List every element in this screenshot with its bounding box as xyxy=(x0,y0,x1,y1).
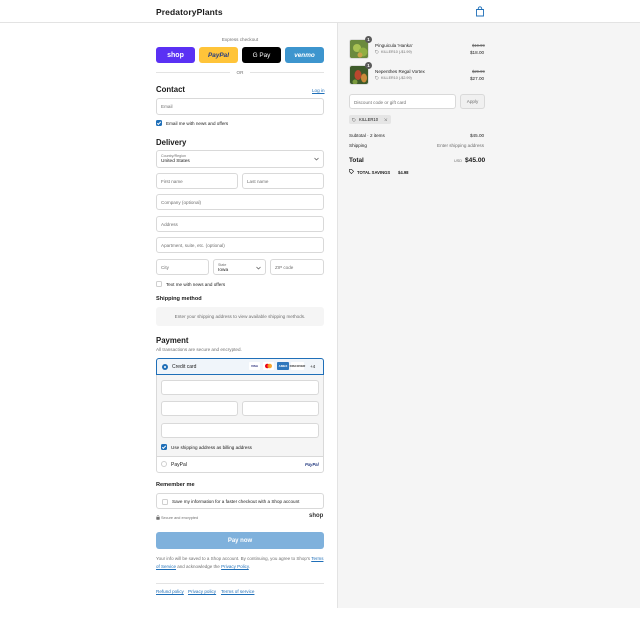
chevron-down-icon xyxy=(314,157,319,161)
store-logo[interactable]: PredatoryPlants xyxy=(156,7,223,17)
order-summary-panel xyxy=(337,23,640,608)
applied-discount-chip: KILLER10 xyxy=(349,115,391,124)
applied-discount-code: KILLER10 xyxy=(359,117,379,123)
zip-input[interactable]: ZIP code xyxy=(270,259,324,275)
privacy-link[interactable]: Privacy Policy xyxy=(221,564,249,569)
divider-right xyxy=(250,72,324,73)
bag-icon[interactable] xyxy=(475,6,485,17)
item-old-price: $19.99 xyxy=(472,43,485,48)
payment-divider xyxy=(157,456,323,457)
remember-me-heading: Remember me xyxy=(156,482,195,488)
tag-icon xyxy=(375,49,379,54)
venmo-button[interactable]: venmo xyxy=(285,47,324,63)
save-info-checkbox[interactable] xyxy=(162,498,168,505)
quantity-badge: 1 xyxy=(365,62,372,69)
login-link[interactable]: Log in xyxy=(312,88,325,93)
terms-of-service-link[interactable]: Terms of service xyxy=(221,589,254,594)
total-savings-value: $4.98 xyxy=(398,169,409,175)
item-discount: KILLER10 (-$2.99) xyxy=(381,75,412,80)
shipping-value: Enter shipping address xyxy=(437,143,484,148)
mastercard-icon xyxy=(263,362,274,370)
credit-card-radio[interactable] xyxy=(162,363,168,370)
item-price: $27.00 xyxy=(470,75,485,81)
city-input[interactable]: City xyxy=(156,259,209,275)
total-value: $45.00 xyxy=(465,157,486,164)
item-name: Pinguicula 'Hanka' xyxy=(375,43,413,48)
paypal-button[interactable]: PayPal xyxy=(199,47,238,63)
visa-icon: VISA xyxy=(249,362,260,370)
shipping-label: Shipping xyxy=(349,143,367,148)
email-news-label: Email me with news and offers xyxy=(166,120,229,126)
chevron-down-icon xyxy=(256,266,261,270)
delivery-heading: Delivery xyxy=(156,138,187,147)
shipping-notice-text: Enter your shipping address to view avai… xyxy=(174,314,306,319)
close-icon[interactable] xyxy=(384,117,388,122)
billing-same-label: Use shipping address as billing address xyxy=(171,444,252,450)
privacy-policy-link[interactable]: Privacy policy xyxy=(188,589,216,594)
save-info-label: Save my information for a faster checkou… xyxy=(172,499,300,504)
total-savings-label: TOTAL SAVINGS xyxy=(357,169,391,175)
amex-icon: AMEX xyxy=(277,362,289,370)
google-pay-button[interactable]: G Pay xyxy=(242,47,281,63)
item-discount: KILLER10 (-$1.99) xyxy=(381,49,412,54)
card-cvc-input[interactable] xyxy=(242,401,319,416)
card-number-input[interactable] xyxy=(161,380,319,395)
legal-text: Your info will be saved to a Shop accoun… xyxy=(156,556,324,569)
refund-policy-link[interactable]: Refund policy xyxy=(156,589,184,594)
shop-logo: shop xyxy=(309,513,324,519)
subtotal-value: $45.00 xyxy=(470,133,485,138)
apply-button[interactable]: Apply xyxy=(460,94,485,109)
item-name: Nepenthes Regal Vortex xyxy=(375,69,425,74)
card-expiry-input[interactable] xyxy=(161,401,238,416)
item-price: $18.00 xyxy=(470,49,485,55)
top-bar: PredatoryPlants xyxy=(0,0,640,23)
item-old-price: $29.99 xyxy=(472,69,485,74)
pay-now-button[interactable]: Pay now xyxy=(156,532,324,549)
company-input[interactable]: Company (optional) xyxy=(156,194,324,210)
paypal-logo: PayPal xyxy=(305,462,319,467)
express-checkout-title: Express checkout xyxy=(221,37,259,42)
contact-heading: Contact xyxy=(156,85,186,94)
state-select[interactable]: State Iowa xyxy=(213,259,266,275)
savings-tag-icon xyxy=(349,169,354,174)
text-news-label: Text me with news and offers xyxy=(166,281,226,287)
credit-card-label: Credit card xyxy=(172,364,197,370)
billing-same-checkbox[interactable] xyxy=(161,444,167,450)
discover-icon: DISCOVER xyxy=(289,362,306,370)
paypal-option-label[interactable]: PayPal xyxy=(171,462,187,468)
apartment-input[interactable]: Apartment, suite, etc. (optional) xyxy=(156,237,324,253)
total-label: Total xyxy=(349,157,364,164)
shop-pay-button[interactable]: shop xyxy=(156,47,195,63)
shipping-notice-box: Enter your shipping address to view avai… xyxy=(156,307,324,326)
footer-divider xyxy=(156,583,324,584)
address-input[interactable]: Address xyxy=(156,216,324,232)
last-name-input[interactable]: Last name xyxy=(242,173,324,189)
lock-icon xyxy=(156,515,160,520)
secure-label: Secure and encrypted xyxy=(161,515,199,520)
card-name-input[interactable] xyxy=(161,423,319,438)
subtotal-label: Subtotal · 2 items xyxy=(349,133,385,138)
payment-subtitle: All transactions are secure and encrypte… xyxy=(156,347,242,352)
discount-code-input[interactable]: Discount code or gift card xyxy=(349,94,456,109)
text-news-checkbox[interactable] xyxy=(156,281,162,287)
tag-icon xyxy=(352,117,356,122)
payment-heading: Payment xyxy=(156,336,189,345)
tag-icon xyxy=(375,75,379,80)
or-separator: OR xyxy=(236,70,244,75)
email-news-checkbox[interactable] xyxy=(156,120,162,126)
first-name-input[interactable]: First name xyxy=(156,173,238,189)
quantity-badge: 1 xyxy=(365,36,372,43)
shipping-method-heading: Shipping method xyxy=(156,296,202,302)
save-info-box[interactable]: Save my information for a faster checkou… xyxy=(156,493,324,509)
divider-left xyxy=(156,72,230,73)
email-input[interactable]: Email xyxy=(156,98,324,115)
more-cards-label: +4 xyxy=(310,364,316,369)
country-select[interactable]: Country/Region United States xyxy=(156,150,324,168)
paypal-radio[interactable] xyxy=(161,461,167,467)
currency-label: USD xyxy=(454,159,463,163)
